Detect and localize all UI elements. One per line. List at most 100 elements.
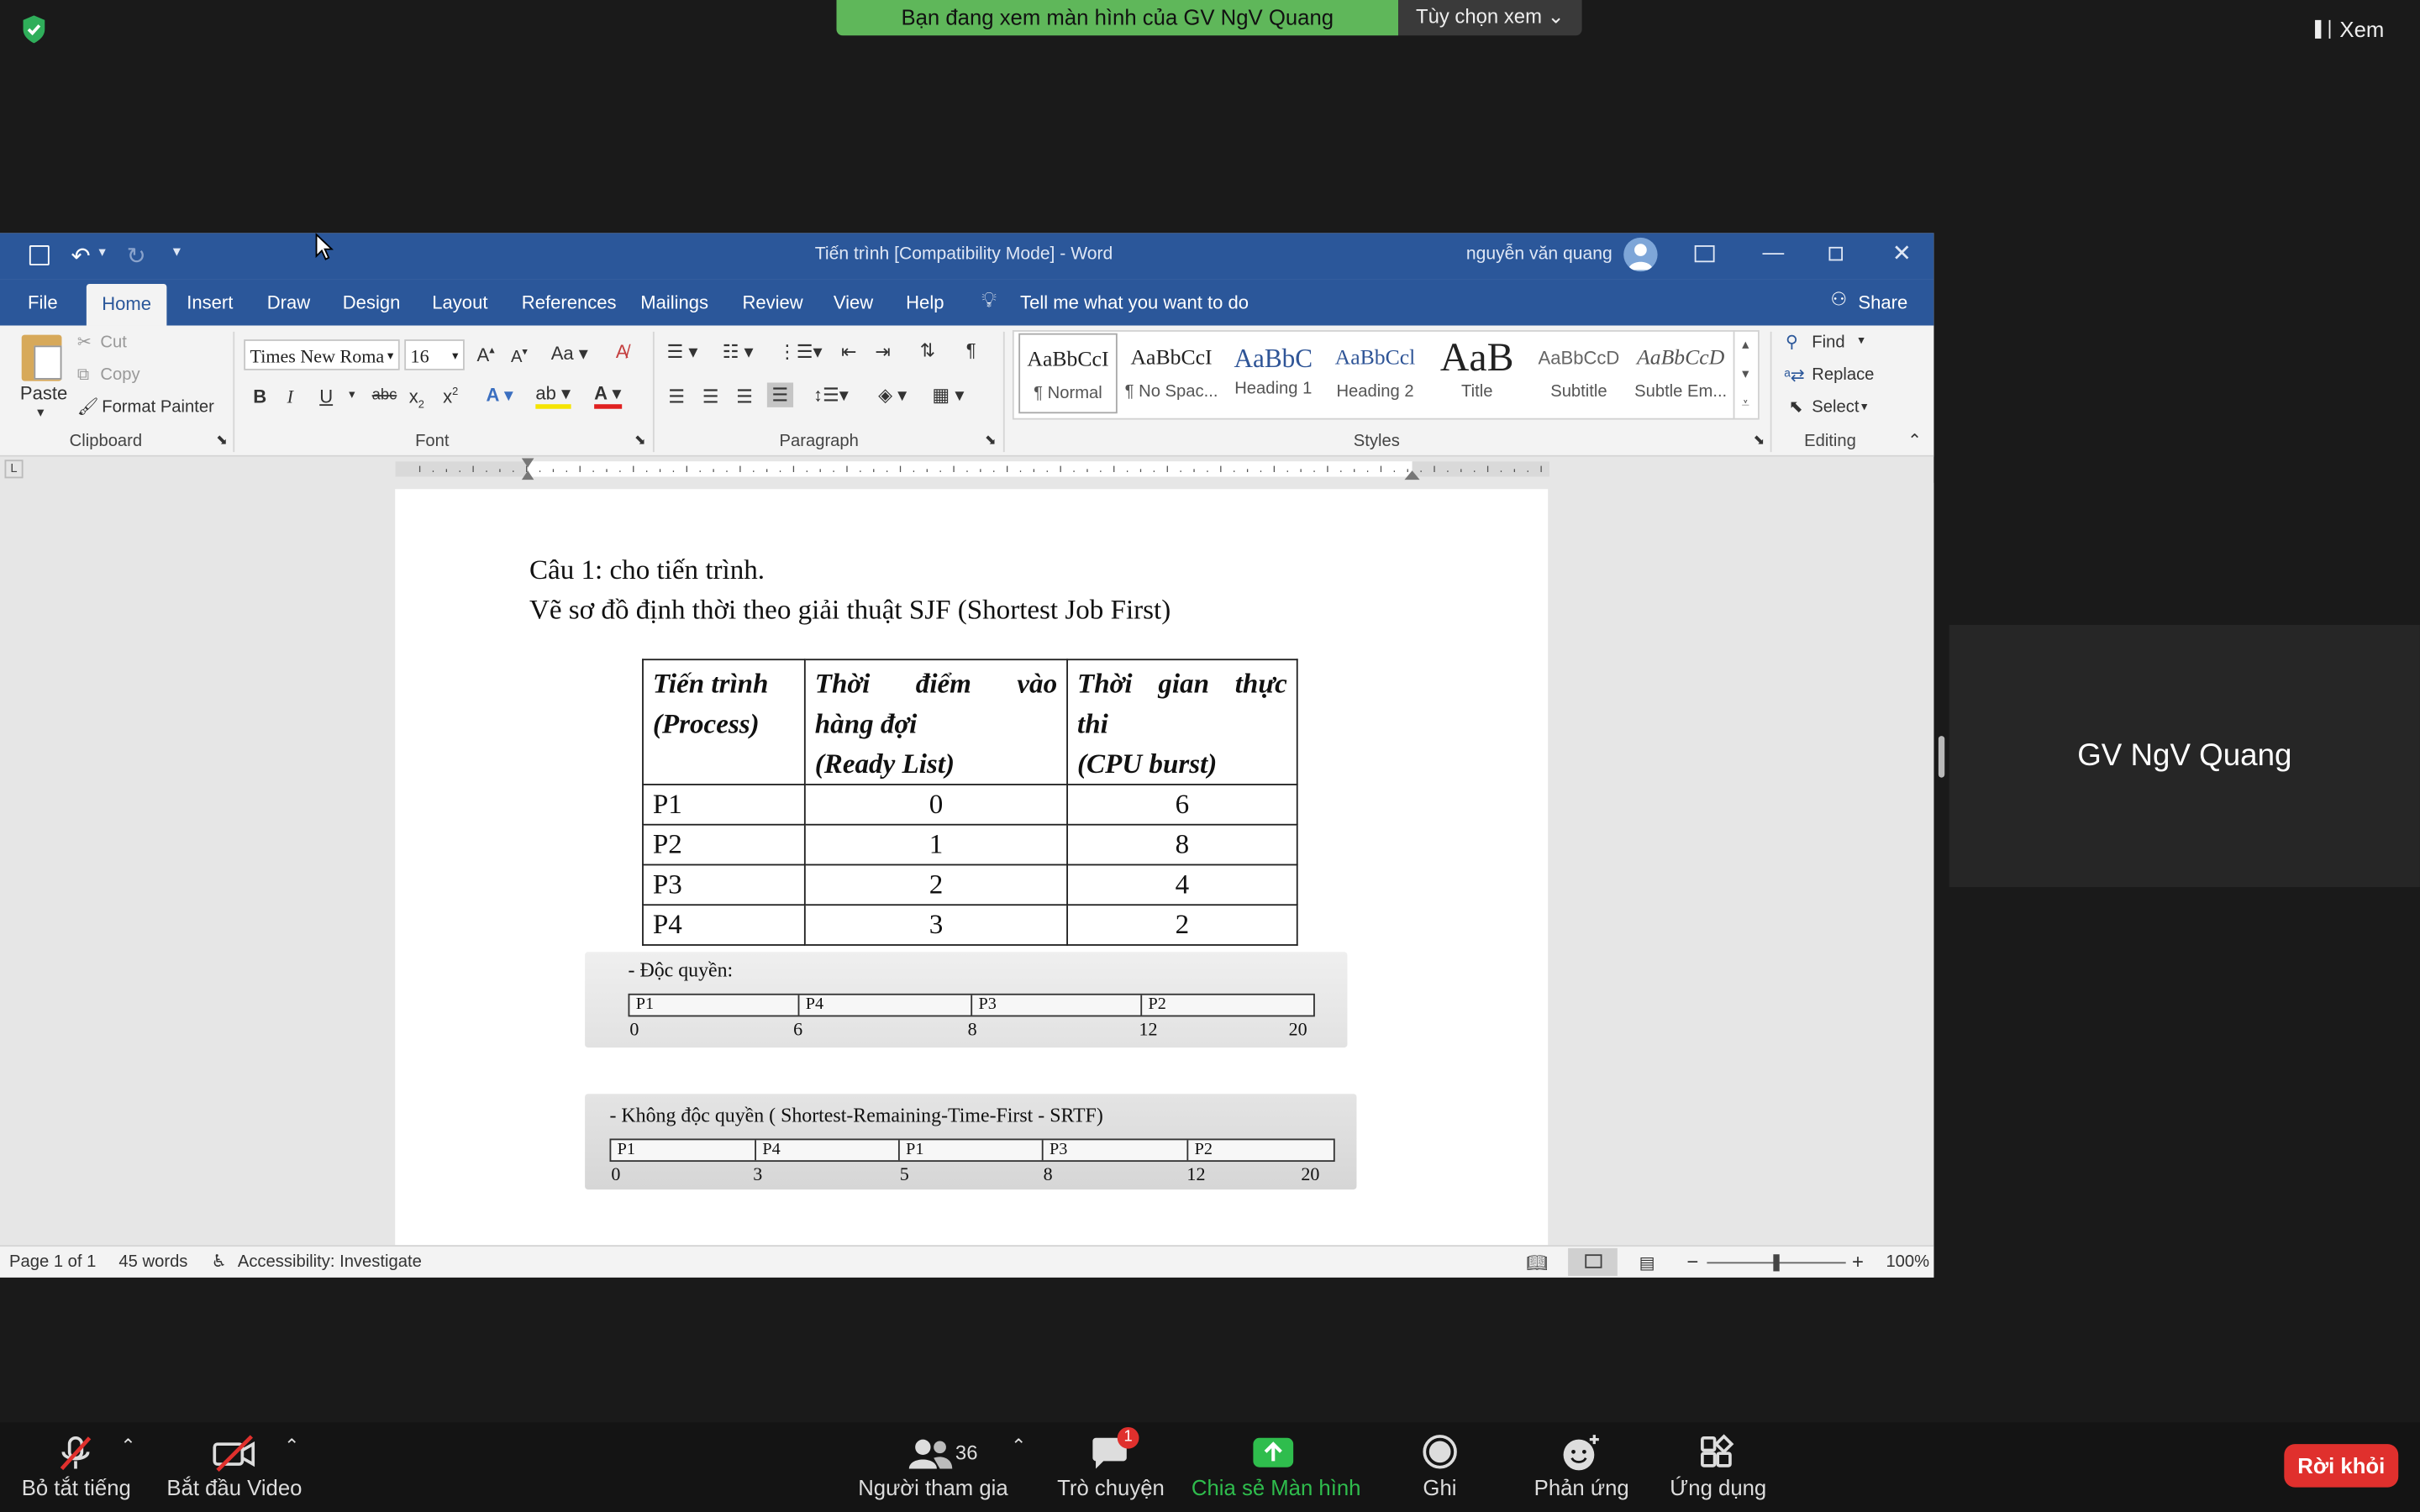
styles-scroll[interactable]: ▴ ▾ ⩡ bbox=[1733, 330, 1757, 420]
style-subtle-emphasis[interactable]: AaBbCcD Subtle Em... bbox=[1631, 333, 1730, 414]
shrink-font-icon[interactable]: A▾ bbox=[511, 345, 528, 366]
unmute-button[interactable]: Bỏ tắt tiếng bbox=[22, 1475, 131, 1499]
participants-chevron-icon[interactable]: ⌃ bbox=[1011, 1435, 1026, 1457]
highlight-icon[interactable]: ab ▾ bbox=[535, 383, 571, 409]
undo-dropdown-icon[interactable]: ▾ bbox=[99, 244, 106, 260]
sort-icon[interactable]: ⇅ bbox=[920, 339, 935, 361]
align-right-icon[interactable]: ☰ bbox=[736, 386, 753, 407]
replace-button[interactable]: Replace bbox=[1812, 365, 1874, 384]
paragraph-launcher-icon[interactable]: ⬊ bbox=[985, 432, 997, 449]
cut-button[interactable]: Cut bbox=[100, 333, 126, 352]
document-page[interactable]: Câu 1: cho tiến trình. Vẽ sơ đồ định thờ… bbox=[395, 489, 1549, 1248]
accessibility-status[interactable]: Accessibility: Investigate bbox=[238, 1252, 422, 1271]
font-size-select[interactable]: 16 ▾ bbox=[404, 339, 465, 370]
select-dropdown-icon[interactable]: ▾ bbox=[1861, 400, 1867, 414]
customize-qat-icon[interactable]: ▾ bbox=[173, 244, 181, 260]
style-no-spacing[interactable]: AaBbCcI ¶ No Spac... bbox=[1122, 333, 1221, 414]
bold-icon[interactable]: B bbox=[253, 386, 266, 407]
shading-icon[interactable]: ◈ ▾ bbox=[878, 384, 907, 406]
copy-button[interactable]: Copy bbox=[100, 365, 139, 384]
record-icon[interactable] bbox=[1422, 1433, 1459, 1470]
close-icon[interactable]: ✕ bbox=[1892, 239, 1912, 267]
ruler-corner-tab-icon[interactable]: L bbox=[4, 459, 24, 479]
style-heading-2[interactable]: AaBbCcl Heading 2 bbox=[1326, 333, 1425, 414]
find-dropdown-icon[interactable]: ▾ bbox=[1858, 333, 1864, 348]
style-normal[interactable]: AaBbCcI ¶ Normal bbox=[1018, 333, 1118, 414]
font-name-select[interactable]: Times New Roma ▾ bbox=[244, 339, 400, 370]
borders-icon[interactable]: ▦ ▾ bbox=[932, 384, 964, 406]
paste-button[interactable]: Paste bbox=[20, 383, 67, 405]
reactions-icon[interactable] bbox=[1562, 1433, 1602, 1473]
italic-icon[interactable]: I bbox=[287, 386, 293, 409]
subscript-icon[interactable]: x2 bbox=[409, 386, 424, 411]
tab-file[interactable]: File bbox=[28, 291, 58, 313]
undo-icon[interactable]: ↶ bbox=[71, 242, 90, 270]
participants-icon[interactable] bbox=[908, 1438, 954, 1472]
leave-meeting-button[interactable]: Rời khỏi bbox=[2284, 1444, 2399, 1488]
zoom-out-icon[interactable]: − bbox=[1687, 1250, 1699, 1273]
print-layout-icon[interactable] bbox=[1568, 1247, 1618, 1276]
apps-icon[interactable] bbox=[1697, 1433, 1734, 1470]
increase-indent-icon[interactable]: ⇥ bbox=[875, 341, 890, 363]
tab-help[interactable]: Help bbox=[906, 291, 944, 313]
align-left-icon[interactable]: ☰ bbox=[668, 386, 685, 407]
user-name[interactable]: nguyễn văn quang bbox=[1466, 245, 1612, 264]
change-case-icon[interactable]: Aa ▾ bbox=[551, 343, 588, 365]
reactions-button[interactable]: Phản ứng bbox=[1534, 1475, 1629, 1499]
find-button[interactable]: Find bbox=[1812, 333, 1844, 352]
style-title[interactable]: AaB Title bbox=[1428, 333, 1527, 414]
minimize-icon[interactable]: — bbox=[1763, 239, 1785, 264]
clear-formatting-icon[interactable]: A̸ bbox=[616, 341, 629, 363]
decrease-indent-icon[interactable]: ⇤ bbox=[841, 341, 856, 363]
web-layout-icon[interactable]: ▤ bbox=[1639, 1252, 1655, 1273]
video-off-icon[interactable] bbox=[212, 1433, 258, 1473]
word-count[interactable]: 45 words bbox=[118, 1252, 187, 1271]
share-button[interactable]: Share bbox=[1858, 291, 1907, 313]
tab-mailings[interactable]: Mailings bbox=[640, 291, 708, 313]
paste-dropdown-icon[interactable]: ▾ bbox=[37, 404, 44, 421]
horizontal-ruler[interactable] bbox=[395, 458, 1550, 480]
participants-button[interactable]: Người tham gia bbox=[858, 1475, 1007, 1499]
superscript-icon[interactable]: x2 bbox=[443, 386, 458, 407]
bullets-icon[interactable]: ☰ ▾ bbox=[666, 341, 697, 363]
start-video-button[interactable]: Bắt đầu Video bbox=[166, 1475, 302, 1499]
user-avatar[interactable] bbox=[1623, 237, 1658, 272]
grow-font-icon[interactable]: A▴ bbox=[477, 344, 495, 366]
tell-me-search[interactable]: Tell me what you want to do bbox=[1020, 291, 1249, 313]
gantt-image-srtf[interactable]: - Không độc quyền ( Shortest-Remaining-T… bbox=[585, 1094, 1357, 1190]
font-color-icon[interactable]: A ▾ bbox=[594, 383, 622, 409]
line-spacing-icon[interactable]: ↕☰▾ bbox=[813, 384, 849, 406]
clipboard-launcher-icon[interactable]: ⬊ bbox=[216, 432, 228, 449]
tab-home[interactable]: Home bbox=[86, 283, 167, 326]
mic-muted-icon[interactable] bbox=[55, 1433, 96, 1473]
save-icon[interactable] bbox=[29, 245, 50, 265]
share-screen-icon[interactable] bbox=[1252, 1436, 1295, 1470]
text-effects-icon[interactable]: A ▾ bbox=[487, 384, 513, 406]
tab-references[interactable]: References bbox=[522, 291, 617, 313]
underline-icon[interactable]: U bbox=[319, 386, 333, 407]
justify-icon[interactable]: ☰ bbox=[766, 382, 793, 407]
gantt-image-nonpreemptive[interactable]: - Độc quyền: P1 P4 P3 P2 0 6 8 12 20 bbox=[585, 952, 1348, 1048]
panel-resize-handle[interactable] bbox=[1938, 736, 1945, 778]
read-mode-icon[interactable]: 📖︎ bbox=[1526, 1252, 1548, 1273]
zoom-level[interactable]: 100% bbox=[1886, 1252, 1929, 1271]
apps-button[interactable]: Ứng dụng bbox=[1670, 1475, 1766, 1499]
record-button[interactable]: Ghi bbox=[1423, 1475, 1456, 1499]
tab-review[interactable]: Review bbox=[742, 291, 802, 313]
collapse-ribbon-icon[interactable]: ⌃ bbox=[1907, 430, 1922, 450]
participant-video-tile[interactable]: GV NgV Quang bbox=[1949, 624, 2420, 888]
tab-layout[interactable]: Layout bbox=[432, 291, 487, 313]
zoom-in-icon[interactable]: + bbox=[1852, 1250, 1864, 1273]
redo-icon[interactable]: ↻ bbox=[127, 242, 146, 270]
styles-more-icon[interactable]: ⩡ bbox=[1742, 395, 1749, 410]
multilevel-list-icon[interactable]: ⋮☰▾ bbox=[778, 341, 823, 363]
tab-design[interactable]: Design bbox=[343, 291, 401, 313]
page-count[interactable]: Page 1 of 1 bbox=[9, 1252, 96, 1271]
view-options-dropdown[interactable]: Tùy chọn xem ⌄ bbox=[1398, 0, 1582, 36]
tab-view[interactable]: View bbox=[834, 291, 873, 313]
tab-draw[interactable]: Draw bbox=[267, 291, 310, 313]
share-screen-button[interactable]: Chia sẻ Màn hình bbox=[1192, 1475, 1361, 1499]
ribbon-display-options-icon[interactable] bbox=[1694, 245, 1715, 263]
chat-button[interactable]: Trò chuyện bbox=[1057, 1475, 1165, 1499]
styles-launcher-icon[interactable]: ⬊ bbox=[1753, 432, 1765, 449]
